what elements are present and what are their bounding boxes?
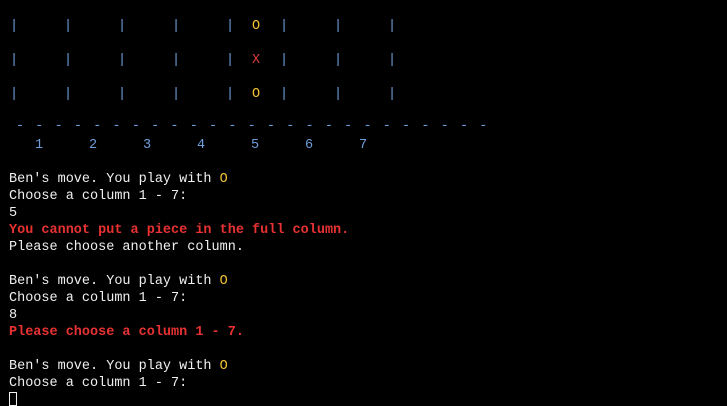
player-piece: O — [219, 274, 228, 289]
column-number: 3 — [143, 138, 152, 153]
board-divider: | — [64, 87, 73, 102]
board-divider: | — [226, 53, 235, 68]
column-number: 7 — [359, 138, 368, 153]
user-input: 5 — [9, 206, 18, 221]
board-divider: | — [118, 53, 127, 68]
column-number: 5 — [251, 138, 260, 153]
error-message: Please choose a column 1 - 7. — [9, 325, 244, 340]
move-text: Ben's move. You play with — [9, 274, 220, 289]
board-divider: | — [64, 53, 73, 68]
column-prompt: Choose a column 1 - 7: — [9, 291, 188, 306]
player-piece: O — [219, 359, 228, 374]
board-divider: | — [172, 87, 181, 102]
piece-o: O — [252, 87, 261, 102]
board-divider: | — [280, 53, 289, 68]
column-number: 1 — [35, 138, 44, 153]
board-divider: | — [226, 87, 235, 102]
info-message: Please choose another column. — [9, 240, 244, 255]
column-number: 4 — [197, 138, 206, 153]
board-separator: - - - - - - - - - - - - - - - - - - - - … — [16, 119, 489, 134]
board-divider: | — [388, 19, 397, 34]
board-divider: | — [10, 53, 19, 68]
column-number: 2 — [89, 138, 98, 153]
move-text: Ben's move. You play with — [9, 172, 220, 187]
piece-x: X — [252, 53, 261, 68]
board-divider: | — [172, 53, 181, 68]
board-divider: | — [10, 87, 19, 102]
board-divider: | — [388, 53, 397, 68]
player-piece: O — [219, 172, 228, 187]
board-divider: | — [280, 87, 289, 102]
move-line: Ben's move. You play with O — [9, 171, 719, 188]
board-divider: | — [334, 87, 343, 102]
board-divider: | — [172, 19, 181, 34]
board-divider: | — [334, 53, 343, 68]
column-prompt: Choose a column 1 - 7: — [9, 376, 188, 391]
board-divider: | — [334, 19, 343, 34]
error-message: You cannot put a piece in the full colum… — [9, 223, 350, 238]
board-divider: | — [64, 19, 73, 34]
text-cursor[interactable] — [9, 392, 17, 406]
column-prompt: Choose a column 1 - 7: — [9, 189, 188, 204]
terminal-log: Ben's move. You play with O Choose a col… — [9, 171, 719, 406]
move-text: Ben's move. You play with — [9, 359, 220, 374]
input-line[interactable] — [9, 392, 719, 406]
move-line: Ben's move. You play with O — [9, 273, 719, 290]
board-divider: | — [10, 19, 19, 34]
board-divider: | — [118, 87, 127, 102]
piece-o: O — [252, 19, 261, 34]
board-divider: | — [388, 87, 397, 102]
board-divider: | — [280, 19, 289, 34]
board-divider: | — [118, 19, 127, 34]
move-line: Ben's move. You play with O — [9, 358, 719, 375]
column-number: 6 — [305, 138, 314, 153]
board-divider: | — [226, 19, 235, 34]
terminal-window[interactable]: | | | | | | | | O | | | | | | | | X | | | | | | | | O - - - - - - … — [0, 0, 727, 406]
user-input: 8 — [9, 308, 18, 323]
